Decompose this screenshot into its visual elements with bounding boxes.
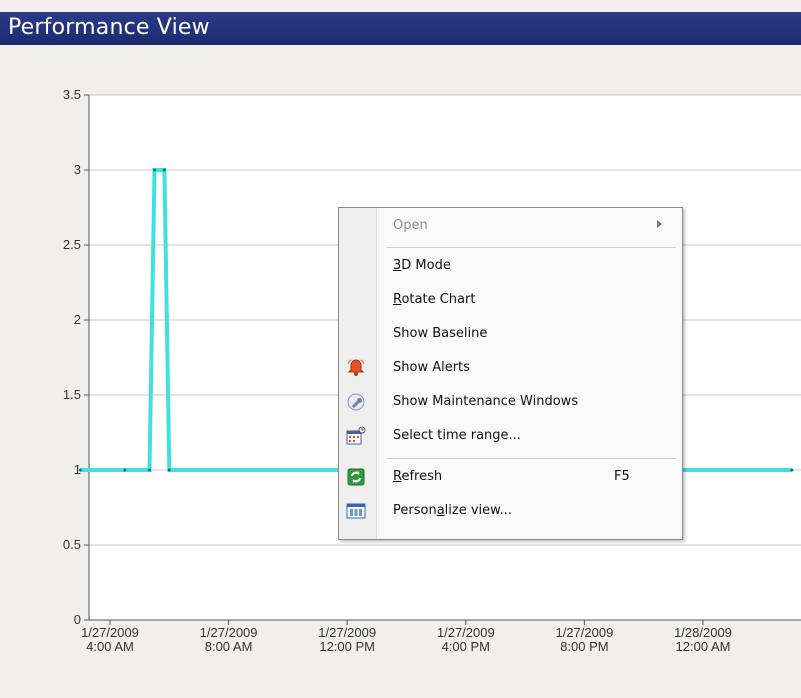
- y-tick-label: 0.5: [63, 537, 81, 552]
- x-tick-time: 8:00 PM: [560, 639, 608, 654]
- context-menu: Open 3D Mode Rotate Chart Show Baseline Show…: [338, 207, 683, 540]
- title-bar: Performance View: [0, 12, 801, 45]
- data-point[interactable]: [167, 468, 171, 472]
- menu-item-3d-mode[interactable]: 3D Mode: [339, 251, 682, 281]
- x-tick-time: 4:00 PM: [442, 639, 490, 654]
- data-point[interactable]: [148, 468, 152, 472]
- x-tick-date: 1/27/2009: [437, 625, 495, 640]
- x-tick-date: 1/27/2009: [200, 625, 258, 640]
- refresh-icon: [346, 467, 366, 487]
- menu-item-label: Show Baseline: [393, 326, 488, 341]
- data-point[interactable]: [78, 468, 82, 472]
- menu-item-label: Select time range...: [393, 428, 521, 443]
- menu-item-label: Show Alerts: [393, 360, 470, 375]
- menu-item-show-baseline[interactable]: Show Baseline: [339, 319, 682, 349]
- menu-separator: [387, 458, 676, 459]
- personalize-view-icon: [346, 501, 366, 521]
- x-tick-date: 1/27/2009: [318, 625, 376, 640]
- x-tick-time: 12:00 AM: [676, 639, 731, 654]
- menu-item-shortcut: F5: [614, 469, 630, 484]
- x-tick-date: 1/28/2009: [674, 625, 732, 640]
- menu-item-show-maintenance-windows[interactable]: Show Maintenance Windows: [339, 387, 682, 417]
- y-tick-label: 2: [74, 312, 81, 327]
- menu-item-label: Rotate Chart: [393, 292, 476, 307]
- data-point[interactable]: [123, 468, 127, 472]
- y-tick-label: 2.5: [63, 237, 81, 252]
- menu-item-open: Open: [339, 211, 682, 241]
- calendar-icon: [346, 426, 366, 446]
- wrench-icon: [346, 392, 366, 412]
- menu-item-rotate-chart[interactable]: Rotate Chart: [339, 285, 682, 315]
- x-tick-date: 1/27/2009: [555, 625, 613, 640]
- data-point[interactable]: [790, 468, 794, 472]
- data-point[interactable]: [152, 168, 156, 172]
- menu-item-select-time-range[interactable]: Select time range...: [339, 421, 682, 451]
- submenu-arrow-icon: [657, 220, 662, 228]
- menu-separator: [387, 247, 676, 248]
- x-tick-time: 8:00 AM: [205, 639, 253, 654]
- menu-item-refresh[interactable]: Refresh F5: [339, 462, 682, 492]
- menu-item-show-alerts[interactable]: Show Alerts: [339, 353, 682, 383]
- menu-item-personalize-view[interactable]: Personalize view...: [339, 496, 682, 526]
- alert-bell-icon: [346, 358, 366, 378]
- page-title: Performance View: [8, 15, 210, 40]
- y-tick-label: 3.5: [63, 87, 81, 102]
- data-point[interactable]: [162, 168, 166, 172]
- x-tick-time: 12:00 PM: [319, 639, 375, 654]
- menu-item-label: Open: [393, 218, 428, 233]
- menu-item-label: Refresh: [393, 469, 443, 484]
- y-tick-label: 0: [74, 612, 81, 627]
- x-tick-time: 4:00 AM: [86, 639, 134, 654]
- menu-item-label: Show Maintenance Windows: [393, 394, 579, 409]
- menu-item-label: 3D Mode: [393, 258, 451, 273]
- y-tick-label: 3: [74, 162, 81, 177]
- y-tick-label: 1.5: [63, 387, 81, 402]
- menu-item-label: Personalize view...: [393, 503, 512, 518]
- x-tick-date: 1/27/2009: [81, 625, 139, 640]
